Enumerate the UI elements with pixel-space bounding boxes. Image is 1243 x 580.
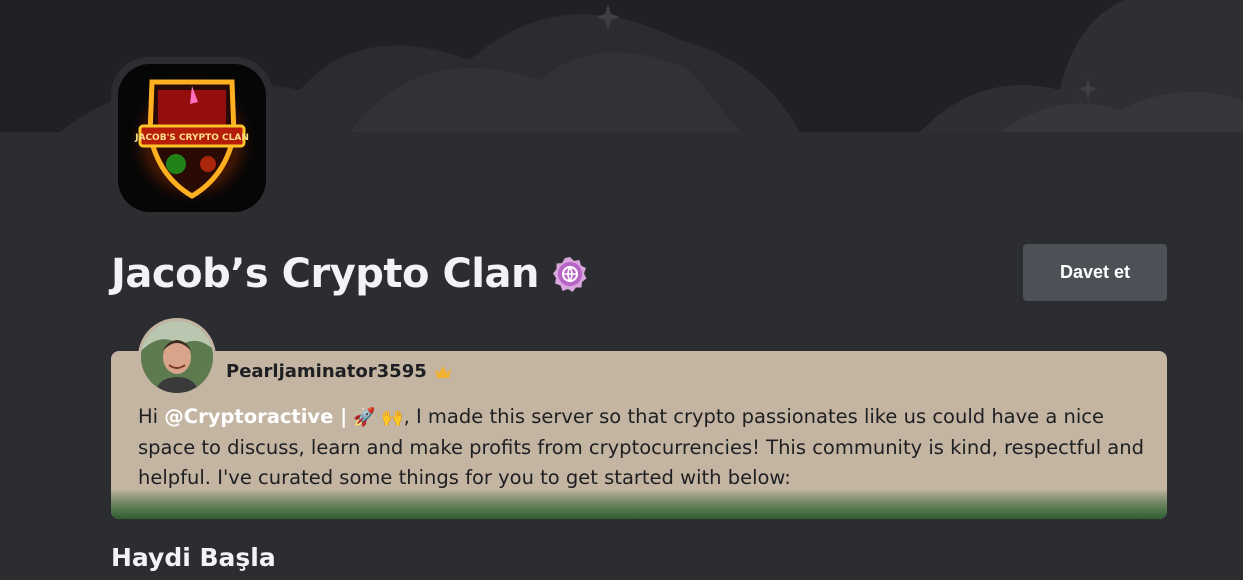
- message-author: Pearljaminator3595: [226, 361, 453, 382]
- welcome-message-text: Hi @Cryptoractive | 🚀 🙌, I made this ser…: [138, 402, 1148, 493]
- crypto-clan-shield-logo: JACOB'S CRYPTO CLAN: [118, 64, 266, 212]
- avatar[interactable]: [141, 321, 213, 393]
- invite-button[interactable]: Davet et: [1023, 244, 1167, 301]
- user-mention[interactable]: @Cryptoractive |: [164, 405, 347, 428]
- rocket-hands-emojis: 🚀 🙌: [347, 407, 404, 428]
- logo-text: JACOB'S CRYPTO CLAN: [134, 133, 249, 143]
- server-icon-frame: JACOB'S CRYPTO CLAN: [111, 57, 273, 219]
- author-name[interactable]: Pearljaminator3595: [226, 361, 427, 382]
- server-name: Jacob’s Crypto Clan: [111, 251, 539, 297]
- discoverable-verified-icon: [552, 257, 587, 292]
- card-fade: [111, 489, 1167, 519]
- owner-crown-icon: [434, 365, 451, 378]
- author-avatar-frame[interactable]: [138, 318, 216, 396]
- section-title-get-started: Haydi Başla: [111, 543, 276, 572]
- server-title-row: Jacob’s Crypto Clan: [111, 248, 589, 300]
- greeting: Hi: [138, 405, 165, 428]
